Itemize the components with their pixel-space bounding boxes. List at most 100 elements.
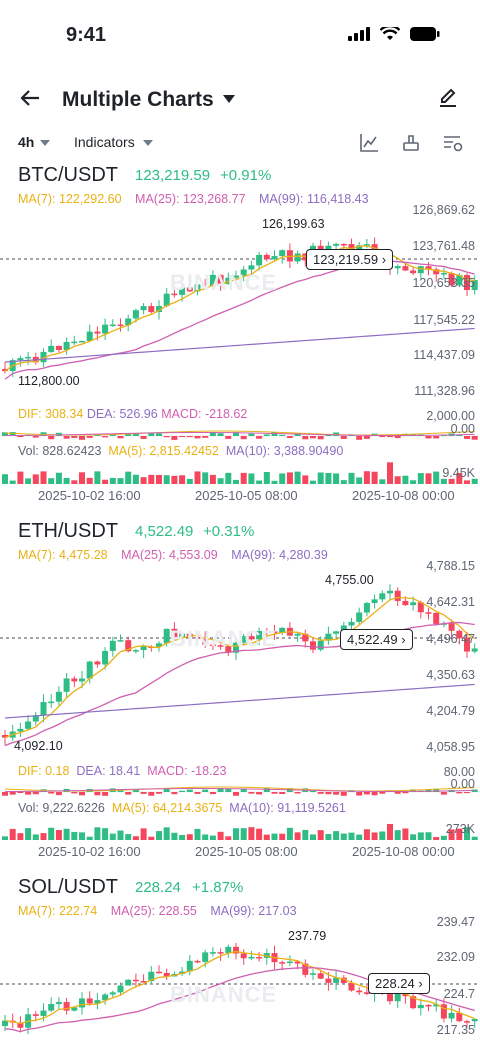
candle-body [17,358,24,361]
candle-body [379,593,386,600]
macd-zero-tick: 0.00 [450,777,475,791]
y-tick: 4,496.47 [426,632,475,646]
volume-bar [371,832,378,840]
vol-legend: Vol: 9,222.6226 MA(5): 64,214.3675 MA(10… [18,801,346,815]
volume-bar [256,828,263,840]
candle-body [317,640,324,650]
macd-bar [32,436,39,438]
caret-down-icon[interactable] [143,140,153,147]
current-price-tag[interactable]: 123,219.59 › [306,249,394,270]
volume-bar [209,474,216,484]
macd-bar [340,792,347,796]
candle-body [202,952,209,962]
macd-bar [148,792,155,796]
y-tick: 4,642.31 [426,595,475,609]
candle-body [55,1002,62,1005]
pair-name[interactable]: ETH/USDT [18,520,118,543]
back-arrow-icon[interactable] [18,86,42,110]
candle-body [117,324,124,327]
candle-body [417,266,424,274]
settings-list-icon[interactable] [442,132,464,154]
candle-body [440,273,447,275]
volume-bar [109,477,116,484]
edit-pen-icon[interactable] [436,86,460,110]
pair-name[interactable]: BTC/USDT [18,164,118,187]
volume-bar [163,475,170,484]
volume-bar [125,471,132,484]
page-title[interactable]: Multiple Charts [62,88,214,112]
volume-bar [2,474,8,484]
current-price-tag[interactable]: 228.24 › [368,973,430,994]
macd-bar [79,436,85,440]
volume-bar [71,480,78,484]
volume-bar [340,833,347,840]
volume-bar [340,480,347,484]
x-tick: 2025-10-08 00:00 [352,488,455,503]
y-tick: 111,328.96 [414,384,475,398]
volume-bar [102,479,109,484]
volume-bar [32,834,39,840]
candle-body [25,721,32,729]
volume-bar [294,471,301,484]
candle-body [71,341,78,344]
candlestick-chart[interactable] [0,204,480,504]
volume-bar [417,832,424,840]
volume-bar [294,832,301,840]
volume-bar [317,472,324,484]
sol-panel[interactable]: SOL/USDT 228.24 +1.87% MA(7): 222.74 MA(… [0,876,480,1040]
macd-bar [279,792,286,795]
candle-body [256,254,263,266]
candle-body [433,612,440,624]
dea-value: DEA: 18.41 [76,764,141,778]
volume-bar [9,480,16,484]
current-price-tag[interactable]: 4,522.49 › [340,629,413,650]
candlestick-chart[interactable] [0,560,480,860]
volume-bar [109,833,116,840]
volume-bar [94,471,101,484]
caret-down-icon[interactable] [40,140,50,147]
volume-bar [263,834,270,840]
candle-body [325,978,332,983]
candle-body [256,956,263,959]
volume-bar [140,477,147,484]
pair-price: 4,522.49 [135,523,194,540]
brush-icon[interactable] [400,132,422,154]
candle-body [25,356,32,359]
pair-price: 123,219.59 [135,167,211,184]
candle-body [340,243,347,246]
timeframe-select[interactable]: 4h [18,134,34,150]
chart-line-icon[interactable] [358,132,380,154]
dif-value: DIF: 308.34 [18,407,84,421]
y-tick: 4,204.79 [426,704,475,718]
volume-bar [286,827,293,840]
status-icons [348,27,440,41]
y-tick: 123,761.48 [412,239,475,253]
macd-bar [333,792,340,795]
candle-body [279,250,286,257]
candle-body [132,310,139,319]
macd-bar [340,436,347,439]
macd-top-tick: 2,000.00 [426,409,475,423]
volume-bar [17,471,24,484]
vol-ma10: MA(10): 91,119.5261 [229,801,346,815]
macd-bar [440,792,447,795]
candle-body [194,960,201,963]
candle-body [286,961,293,964]
eth-panel[interactable]: ETH/USDT 4,522.49 +0.31% MA(7): 4,475.28… [0,520,480,865]
btc-panel[interactable]: BTC/USDT 123,219.59 +0.91% MA(7): 122,29… [0,164,480,514]
ma99-line [4,683,475,719]
indicators-select[interactable]: Indicators [74,134,135,150]
caret-down-icon[interactable] [222,94,236,104]
volume-bar [140,828,147,840]
macd-bar [425,436,432,439]
volume-bar [40,833,47,840]
volume-bar [356,834,363,840]
macd-bar [240,436,247,440]
pair-name[interactable]: SOL/USDT [18,876,118,899]
volume-bar [233,828,239,840]
volume-bar [387,462,393,484]
macd-bar [179,790,186,792]
pair-change: +0.91% [220,167,272,184]
macd-bar [209,792,216,795]
macd-bar [125,792,132,795]
